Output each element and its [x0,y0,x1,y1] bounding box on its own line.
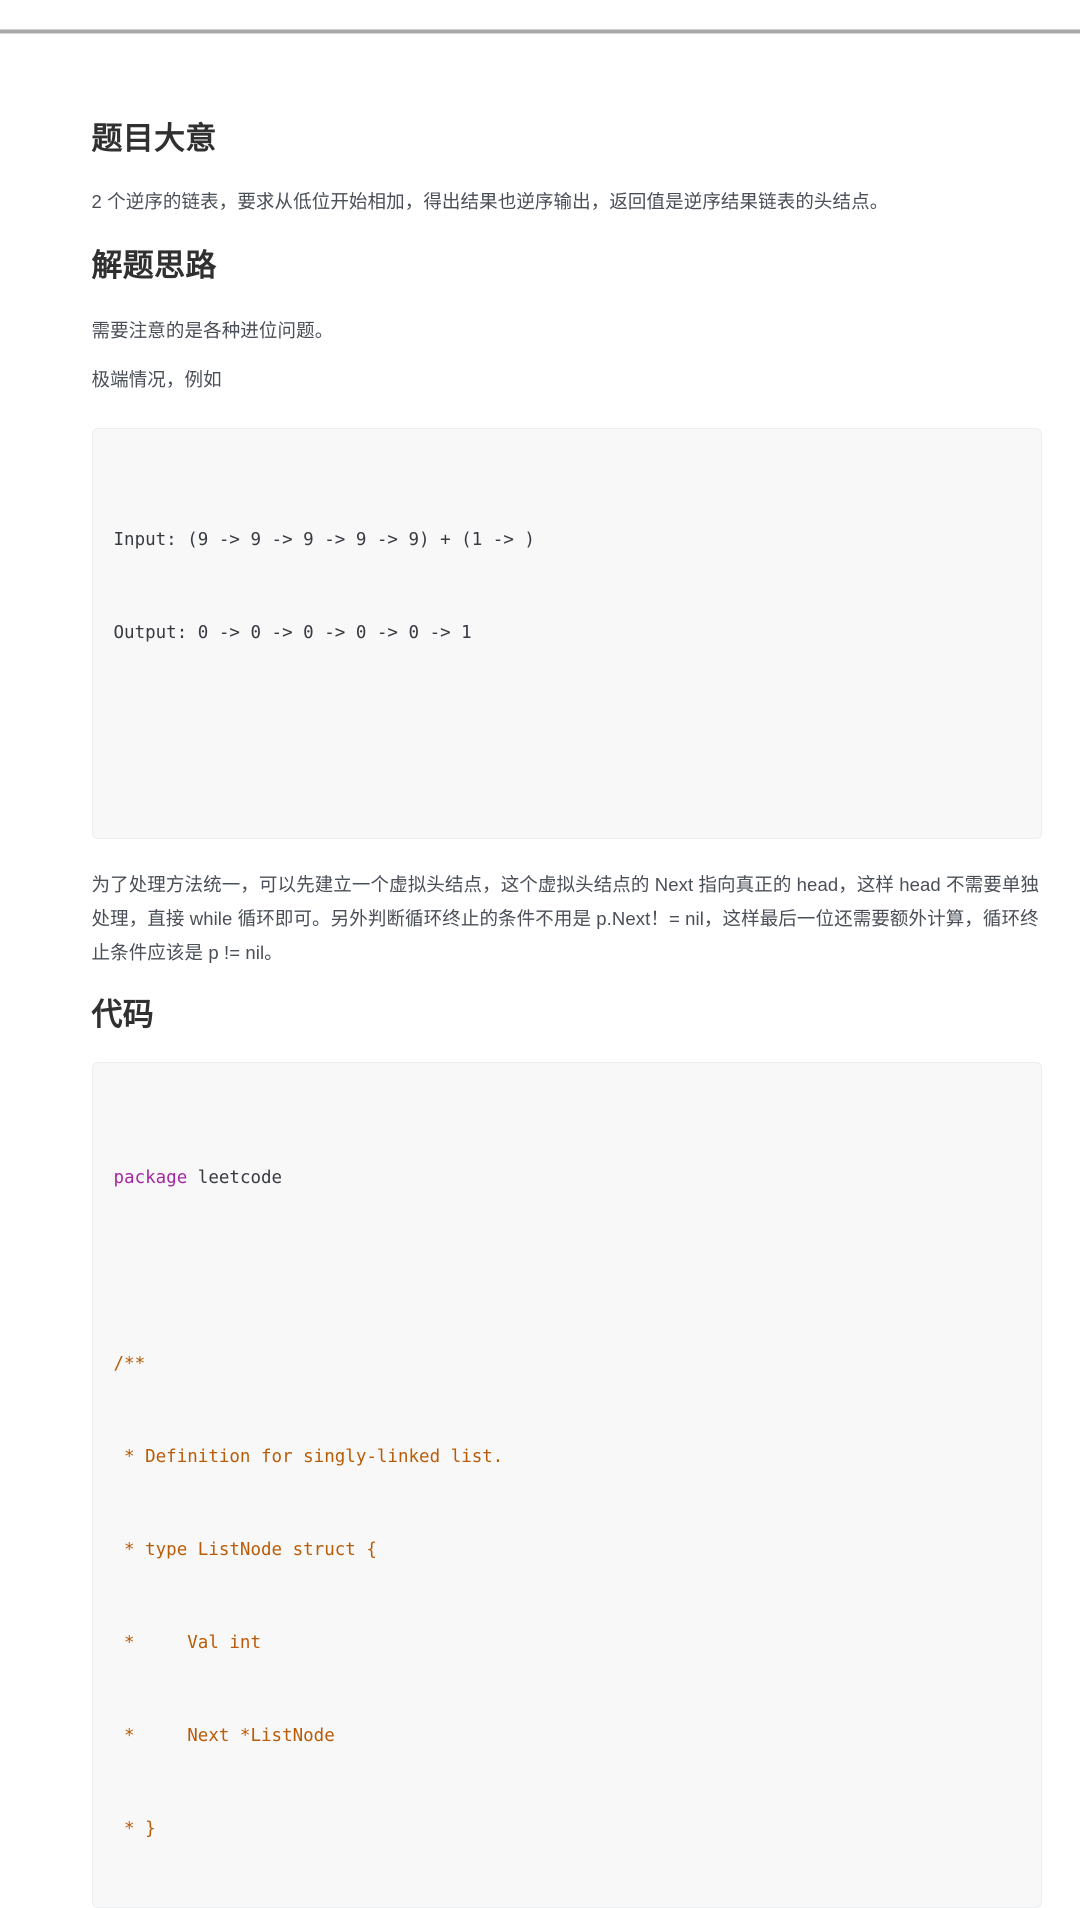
code-token-package-keyword: package [113,1168,188,1189]
paragraph-approach-note: 需要注意的是各种进位问题。 [91,319,334,341]
code-line-package: package leetcode [114,1163,1041,1194]
example-code-block: Input: (9 -> 9 -> 9 -> 9 -> 9) + (1 -> )… [91,427,1042,839]
code-line-comment: * Next *ListNode [113,1726,335,1747]
page-top-divider [0,29,1080,34]
code-line-comment: * Val int [113,1633,262,1654]
heading-approach: 解题思路 [91,247,217,283]
heading-problem-summary: 题目大意 [91,121,217,156]
example-code-spacer [114,711,1041,742]
code-token-package-name: leetcode [187,1168,283,1189]
article-content: 题目大意 2 个逆序的链表，要求从低位开始相加，得出结果也逆序输出，返回值是逆序… [39,36,1042,1908]
go-code-block: package leetcode /** * Definition for si… [91,1062,1042,1908]
code-line-comment: * Definition for singly-linked list. [113,1447,504,1468]
example-code-line: Input: (9 -> 9 -> 9 -> 9 -> 9) + (1 -> ) [113,529,535,550]
code-line-comment: /** [113,1354,146,1375]
example-code-line: Output: 0 -> 0 -> 0 -> 0 -> 0 -> 1 [113,622,472,643]
paragraph-dummy-head-explanation: 为了处理方法统一，可以先建立一个虚拟头结点，这个虚拟头结点的 Next 指向真正… [91,873,1040,963]
heading-code: 代码 [91,996,155,1032]
code-line-comment: * type ListNode struct { [113,1540,377,1561]
article-page: 题目大意 2 个逆序的链表，要求从低位开始相加，得出结果也逆序输出，返回值是逆序… [0,36,1080,1908]
paragraph-problem-summary: 2 个逆序的链表，要求从低位开始相加，得出结果也逆序输出，返回值是逆序结果链表的… [91,190,889,212]
paragraph-edge-case-intro: 极端情况，例如 [91,368,222,390]
code-line-comment: * } [113,1819,156,1840]
